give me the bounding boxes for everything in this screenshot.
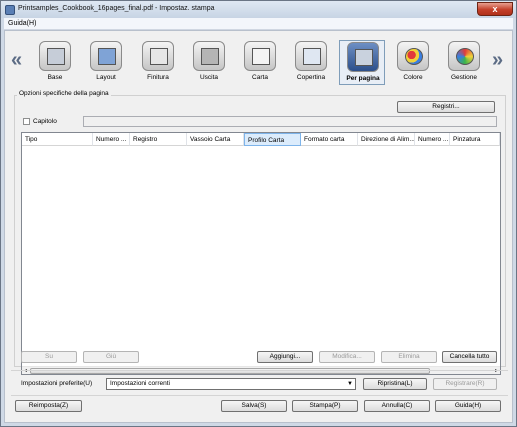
restore-button[interactable]: Ripristina(L) (363, 378, 427, 390)
column-type[interactable]: Tipo (22, 133, 93, 146)
layout-icon (90, 41, 122, 71)
tab-paper[interactable]: Carta (237, 40, 283, 85)
delete-button[interactable]: Elimina (381, 351, 437, 363)
page-settings-table[interactable]: Tipo Numero ... Registro Vassoio Carta P… (21, 132, 501, 375)
tab-cover[interactable]: Copertina (288, 40, 334, 85)
nav-left-arrow-icon[interactable]: « (11, 50, 22, 70)
tab-layout[interactable]: Layout (83, 40, 129, 85)
tab-base[interactable]: Base (32, 40, 78, 85)
paper-icon (244, 41, 276, 71)
title-bar[interactable]: Printsamples_Cookbook_16pages_final.pdf … (1, 1, 516, 18)
nav-right-arrow-icon[interactable]: » (492, 50, 503, 70)
column-stapling[interactable]: Pinzatura (450, 133, 500, 146)
tab-color[interactable]: Colore (390, 40, 436, 85)
chapter-field[interactable] (83, 116, 497, 127)
favorites-selected: Impostazioni correnti (110, 380, 170, 387)
reset-button[interactable]: Reimposta(Z) (15, 400, 82, 412)
tab-output[interactable]: Uscita (186, 40, 232, 85)
edit-button[interactable]: Modifica... (319, 351, 375, 363)
close-button[interactable]: x (477, 2, 513, 16)
chapter-label: Capitolo (33, 118, 57, 125)
scrollbar-thumb[interactable] (30, 368, 430, 374)
column-feed-direction[interactable]: Direzione di Alim... (358, 133, 415, 146)
column-register[interactable]: Registro (130, 133, 187, 146)
page-options-caption: Opzioni specifiche della pagina (17, 90, 111, 97)
window-title: Printsamples_Cookbook_16pages_final.pdf … (18, 5, 215, 12)
tab-per-page[interactable]: Per pagina (339, 40, 385, 85)
favorites-label: Impostazioni preferite(U) (21, 380, 93, 387)
tab-label: Copertina (296, 74, 326, 81)
tab-label: Finitura (147, 74, 169, 81)
output-tray-icon (193, 41, 225, 71)
tab-label: Base (47, 74, 63, 81)
menu-bar: Guida(H) (4, 18, 513, 30)
chevron-down-icon[interactable]: ▼ (347, 379, 353, 389)
help-button[interactable]: Guida(H) (435, 400, 501, 412)
registers-button[interactable]: Registri... (397, 101, 495, 113)
separator (11, 370, 508, 371)
column-paper-size[interactable]: Formato carta (301, 133, 358, 146)
column-number-2[interactable]: Numero ... (415, 133, 450, 146)
print-settings-window: Printsamples_Cookbook_16pages_final.pdf … (0, 0, 517, 427)
column-paper-profile[interactable]: Profilo Carta (244, 133, 301, 146)
chapter-checkbox[interactable] (23, 118, 30, 125)
favorites-select[interactable]: Impostazioni correnti ▼ (106, 378, 356, 390)
add-button[interactable]: Aggiungi... (257, 351, 313, 363)
tab-label: Gestione (450, 74, 478, 81)
cancel-button[interactable]: Annulla(C) (364, 400, 430, 412)
tab-label: Uscita (199, 74, 219, 81)
tab-label: Colore (403, 74, 423, 81)
cover-icon (295, 41, 327, 71)
move-up-button[interactable]: Su (21, 351, 77, 363)
tab-finishing[interactable]: Finitura (135, 40, 181, 85)
clear-all-button[interactable]: Cancella tutto (442, 351, 497, 363)
tab-label: Layout (96, 74, 116, 81)
color-icon (397, 41, 429, 71)
print-button[interactable]: Stampa(P) (292, 400, 358, 412)
tab-label: Carta (252, 74, 268, 81)
dialog-body: « Base Layout Finitura Uscita Carta Cope… (4, 30, 513, 423)
finishing-icon (142, 41, 174, 71)
separator (11, 395, 508, 396)
menu-help[interactable]: Guida(H) (8, 20, 36, 27)
column-paper-tray[interactable]: Vassoio Carta (187, 133, 244, 146)
move-down-button[interactable]: Giù (83, 351, 139, 363)
app-icon (5, 5, 15, 15)
column-number[interactable]: Numero ... (93, 133, 130, 146)
tab-label: Per pagina (346, 75, 380, 82)
save-button[interactable]: Salva(S) (221, 400, 287, 412)
printer-basic-icon (39, 41, 71, 71)
management-icon (448, 41, 480, 71)
register-favorite-button[interactable]: Registrare(R) (433, 378, 497, 390)
tab-management[interactable]: Gestione (441, 40, 487, 85)
per-page-icon (347, 42, 379, 72)
